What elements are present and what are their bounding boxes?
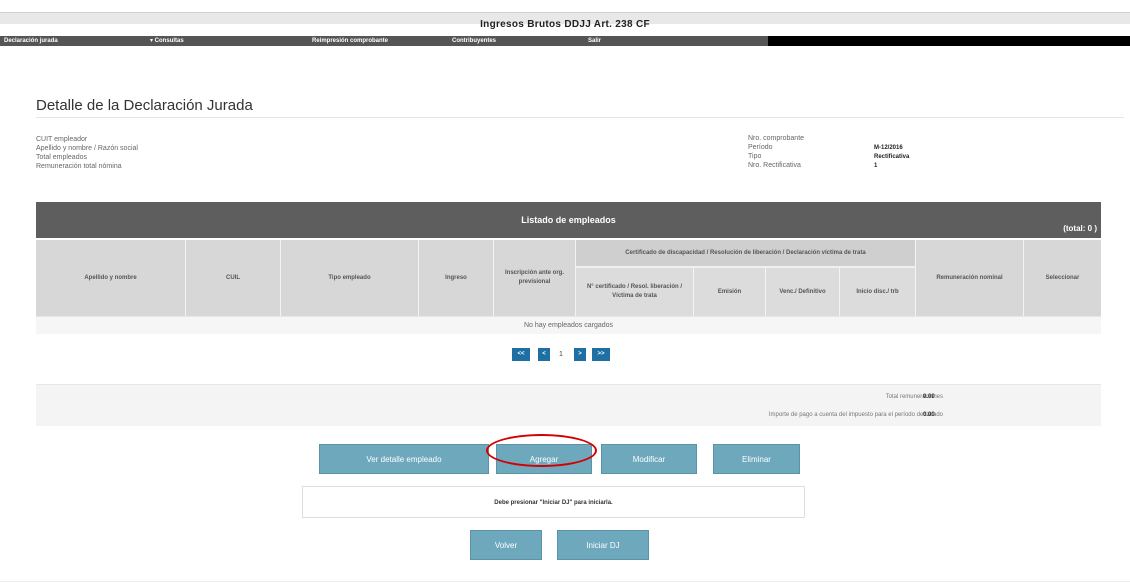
app-title: Ingresos Brutos DDJJ Art. 238 CF (480, 19, 650, 30)
label-cuit: CUIT empleador (36, 136, 88, 143)
pager-first-button[interactable]: << (512, 348, 530, 361)
col-inscripcion-org-previsional[interactable]: Inscripción ante org. previsional (494, 240, 576, 316)
pager-next-button[interactable]: > (574, 348, 586, 361)
col-emision[interactable]: Emisión (694, 268, 766, 316)
col-tipo-empleado[interactable]: Tipo empleado (281, 240, 419, 316)
grid-title: Listado de empleados (521, 215, 616, 225)
label-total-empleados: Total empleados (36, 154, 87, 161)
pager-prev-button[interactable]: < (538, 348, 550, 361)
agregar-button[interactable]: Agregar (496, 444, 592, 474)
pager-current-page: 1 (559, 351, 563, 358)
menu-item-salir[interactable]: Salir (588, 36, 601, 46)
iniciar-dj-button[interactable]: Iniciar DJ (557, 530, 649, 560)
col-inicio-disc[interactable]: Inicio disc./ trb (840, 268, 916, 316)
title-divider (36, 117, 1124, 118)
grid-column-headers: Apellido y nombre CUIL Tipo empleado Ing… (36, 240, 1101, 316)
value-tipo: Rectificativa (874, 154, 910, 160)
grid-empty-message: No hay empleados cargados (36, 316, 1101, 334)
label-remuneracion-total: Remuneración total nómina (36, 163, 122, 170)
label-nro-rectificativa: Nro. Rectificativa (748, 162, 801, 169)
volver-button[interactable]: Volver (470, 530, 542, 560)
col-cuil[interactable]: CUIL (186, 240, 281, 316)
info-message: Debe presionar "Iniciar DJ" para iniciar… (302, 486, 805, 518)
totals-panel: Total remuneraciones 0.00 Importe de pag… (36, 384, 1101, 426)
total-remuneraciones-value: 0.00 (923, 394, 935, 400)
value-nro-rectificativa: 1 (874, 163, 878, 169)
label-periodo: Período (748, 144, 773, 151)
modificar-button[interactable]: Modificar (601, 444, 697, 474)
value-periodo: M-12/2016 (874, 145, 903, 151)
eliminar-button[interactable]: Eliminar (713, 444, 800, 474)
col-seleccionar[interactable]: Seleccionar (1024, 240, 1101, 316)
employee-grid-header: Listado de empleados (total: 0 ) (36, 202, 1101, 238)
menu-item-contribuyentes[interactable]: Contribuyentes (452, 36, 496, 46)
importe-pago-label: Importe de pago a cuenta del impuesto pa… (768, 412, 943, 418)
col-remuneracion-nominal[interactable]: Remuneración nominal (916, 240, 1024, 316)
menu-item-consultas[interactable]: ▾ Consultas (150, 36, 184, 46)
page-title: Detalle de la Declaración Jurada (36, 97, 253, 114)
menu-item-declaracion[interactable]: Declaración jurada (4, 36, 58, 46)
menu-item-reimpresion[interactable]: Reimpresión comprobante (312, 36, 388, 46)
col-group-certificado: Certificado de discapacidad / Resolución… (576, 240, 916, 266)
pager-last-button[interactable]: >> (592, 348, 610, 361)
col-vencimiento[interactable]: Venc./ Definitivo (766, 268, 840, 316)
ver-detalle-empleado-button[interactable]: Ver detalle empleado (319, 444, 489, 474)
menu-bar: Declaración jurada ▾ Consultas Reimpresi… (0, 36, 1130, 46)
label-nro-comprobante: Nro. comprobante (748, 135, 805, 142)
menu-bar-end (768, 36, 1130, 46)
grid-total-count: (total: 0 ) (1063, 224, 1097, 233)
col-nro-certificado[interactable]: N° certificado / Resol. liberación / Víc… (576, 268, 694, 316)
col-apellido-nombre[interactable]: Apellido y nombre (36, 240, 186, 316)
label-tipo: Tipo (748, 153, 762, 160)
col-ingreso[interactable]: Ingreso (419, 240, 494, 316)
label-razon-social: Apellido y nombre / Razón social (36, 145, 138, 152)
importe-pago-value: 0.00 (923, 412, 935, 418)
